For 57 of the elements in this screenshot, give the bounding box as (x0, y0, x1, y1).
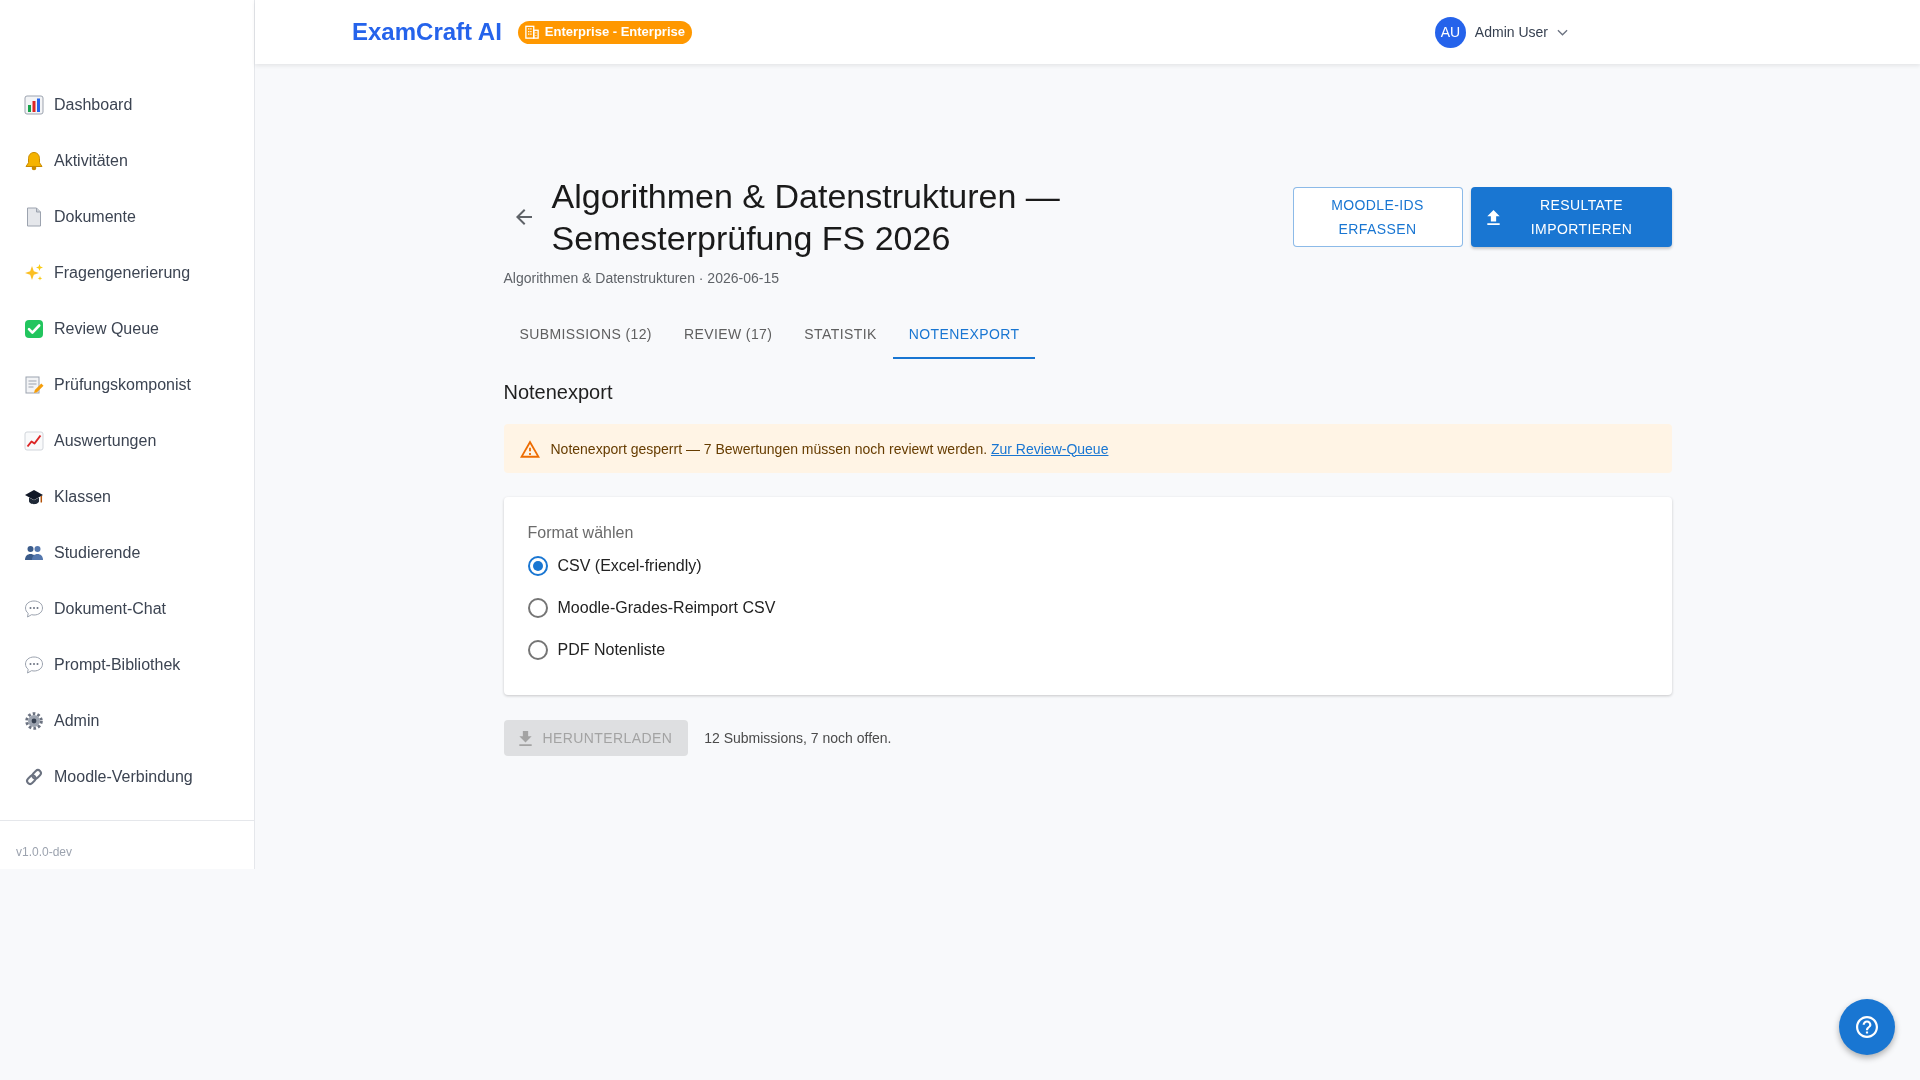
sidebar-item[interactable]: Prüfungskomponist (0, 357, 254, 413)
sidebar-item[interactable]: Prompt-Bibliothek (0, 637, 254, 693)
format-label: Format wählen (527, 523, 635, 543)
arrow-left-icon (515, 209, 532, 225)
sidebar-item[interactable]: Studierende (0, 525, 254, 581)
bell-icon (24, 151, 44, 171)
avatar[interactable]: AU (1434, 16, 1466, 48)
gear-icon (24, 711, 44, 731)
sidebar-item[interactable]: Dokumente (0, 189, 254, 245)
link-icon (24, 767, 44, 787)
document-icon (24, 207, 44, 227)
radio-label[interactable]: PDF Notenliste (557, 638, 666, 662)
speech-bubble-icon (24, 599, 44, 619)
sidebar-item[interactable]: Dashboard (0, 77, 254, 133)
building-icon (524, 25, 539, 39)
upload-icon (1486, 209, 1500, 225)
warning-icon (519, 439, 540, 458)
sidebar-item[interactable]: Admin (0, 693, 254, 749)
version-label: v1.0.0-dev (16, 845, 73, 859)
speech-bubble-icon (24, 655, 44, 675)
user-name[interactable]: Admin User (1474, 22, 1548, 42)
radio-button[interactable] (527, 598, 548, 618)
sidebar-item[interactable]: Auswertungen (0, 413, 254, 469)
line-chart-icon (24, 431, 44, 451)
sidebar-item[interactable]: Dokument-Chat (0, 581, 254, 637)
page-subtitle: Algorithmen & Datenstrukturen · 2026-06-15 (503, 269, 780, 288)
help-button[interactable] (1839, 999, 1895, 1055)
sidebar-item[interactable]: Moodle-Verbindung (0, 749, 254, 805)
outlined-action-button[interactable]: MOODLE-IDS ERFASSEN (1292, 187, 1463, 247)
section-heading: Notenexport (503, 380, 614, 405)
chevron-down-icon (1557, 28, 1568, 36)
page-title: Algorithmen & Datenstrukturen — Semesterprüfung FS 2026 (551, 176, 1061, 259)
tab[interactable]: NOTENEXPORT (892, 311, 1036, 359)
download-summary: 12 Submissions, 7 noch offen. (704, 729, 892, 748)
import-button[interactable]: RESULTATE IMPORTIEREN (1470, 187, 1672, 247)
tab[interactable]: STATISTIK (788, 311, 893, 359)
review-queue-link[interactable]: Zur Review-Queue (990, 440, 1109, 457)
radio-label[interactable]: Moodle-Grades-Reimport CSV (557, 596, 776, 620)
tab[interactable]: REVIEW (17) (667, 311, 789, 359)
tab[interactable]: SUBMISSIONS (12) (503, 311, 668, 359)
download-icon (518, 730, 532, 746)
sidebar-item[interactable]: Review Queue (0, 301, 254, 357)
sidebar-item[interactable]: Fragengenerierung (0, 245, 254, 301)
bar-chart-icon (24, 95, 44, 115)
radio-button[interactable] (527, 556, 548, 576)
memo-icon (24, 375, 44, 395)
sidebar-item[interactable]: Aktivitäten (0, 133, 254, 189)
check-box-icon (24, 319, 44, 339)
app-logo: ExamCraft AI (352, 17, 502, 47)
radio-button[interactable] (527, 640, 548, 660)
plan-name: Enterprise - Enterprise (544, 23, 685, 42)
alert-message: Notenexport gesperrt — 7 Bewertungen müssen noch reviewt werden. Zur Review-Queue (550, 439, 1109, 459)
help-icon (1856, 1016, 1878, 1038)
radio-label[interactable]: CSV (Excel-friendly) (557, 554, 702, 578)
graduation-cap-icon (24, 487, 44, 507)
sidebar-item[interactable]: Klassen (0, 469, 254, 525)
people-icon (24, 543, 44, 563)
